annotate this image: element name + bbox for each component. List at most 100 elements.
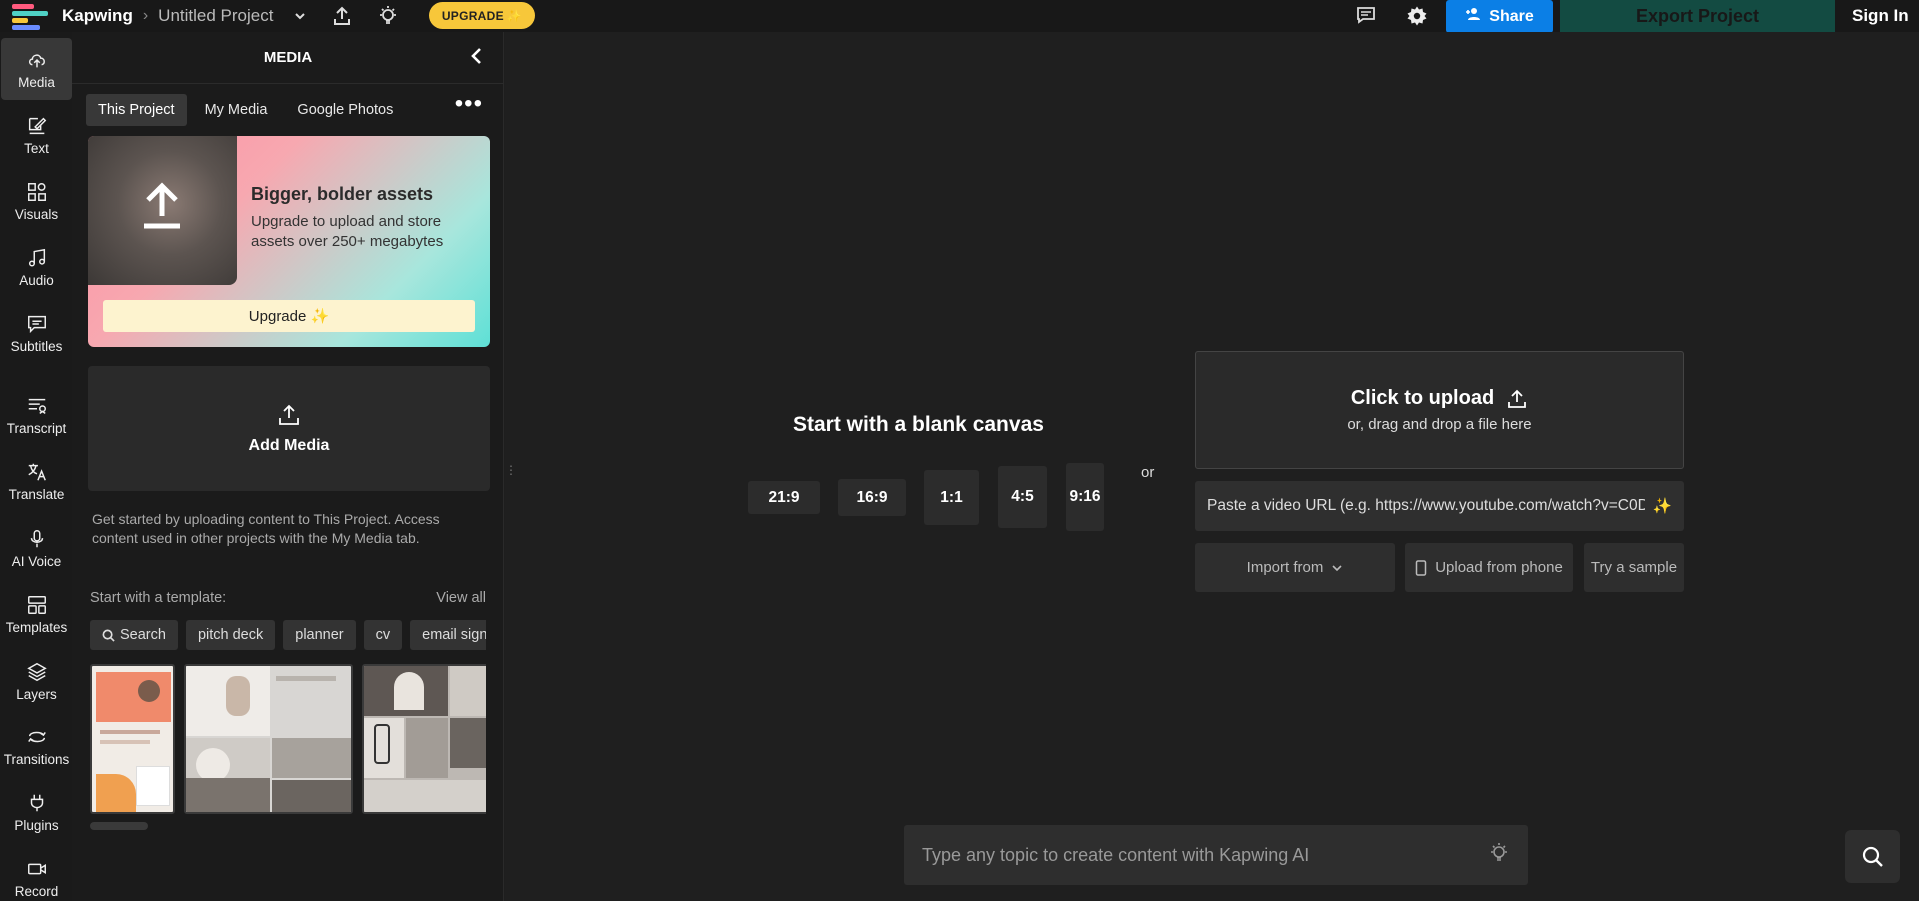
help-text: Get started by uploading content to This… xyxy=(92,511,440,546)
ai-placeholder: Type any topic to create content with Ka… xyxy=(922,844,1310,865)
tab-this-project[interactable]: This Project xyxy=(86,94,187,126)
add-media-button[interactable]: Add Media xyxy=(88,366,490,491)
template-search-chip[interactable]: Search xyxy=(90,620,178,650)
promo-title: Bigger, bolder assets xyxy=(251,184,434,204)
translate-icon xyxy=(27,463,46,481)
share-label: Share xyxy=(1489,7,1534,25)
tab-google-photos[interactable]: Google Photos xyxy=(285,94,405,126)
rail-item-translate[interactable]: Translate xyxy=(1,450,72,512)
template-scrollbar[interactable] xyxy=(90,822,148,830)
layers-icon xyxy=(26,662,47,681)
export-project-button[interactable]: Export Project xyxy=(1560,0,1835,33)
share-button[interactable]: Share xyxy=(1446,0,1553,33)
template-thumbnail[interactable] xyxy=(362,664,486,814)
template-chip[interactable]: pitch deck xyxy=(185,620,276,650)
rail-item-text[interactable]: Text xyxy=(1,104,72,166)
rail-label: Visuals xyxy=(14,206,59,222)
rail-item-ai-voice[interactable]: AI Voice xyxy=(1,517,72,579)
lightbulb-icon[interactable] xyxy=(1488,842,1510,869)
kapwing-logo-icon[interactable] xyxy=(12,0,62,32)
media-panel: MEDIA This Project My Media Google Photo… xyxy=(72,32,504,901)
templates-icon xyxy=(27,595,46,614)
rail-item-visuals[interactable]: Visuals xyxy=(1,170,72,232)
plug-icon xyxy=(30,794,43,811)
chevron-down-icon xyxy=(1332,564,1342,571)
subtitles-icon xyxy=(27,315,46,333)
ratio-4-5-button[interactable]: 4:5 xyxy=(998,466,1047,528)
rail-label: Subtitles xyxy=(10,338,63,354)
ratio-1-1-button[interactable]: 1:1 xyxy=(924,470,979,525)
panel-resize-handle[interactable]: ⋮ xyxy=(505,463,517,479)
transitions-icon xyxy=(27,731,46,742)
breadcrumb-separator: › xyxy=(142,7,149,24)
import-from-button[interactable]: Import from xyxy=(1195,543,1395,592)
chevron-down-icon[interactable] xyxy=(293,9,307,23)
search-button[interactable] xyxy=(1845,830,1900,883)
rail-label: Templates xyxy=(5,619,68,635)
rail-label: Media xyxy=(18,74,55,90)
upload-cloud-icon xyxy=(28,53,45,67)
tab-my-media[interactable]: My Media xyxy=(193,94,280,126)
url-placeholder: Paste a video URL (e.g. https://www.yout… xyxy=(1207,497,1645,514)
rail-item-transcript[interactable]: Transcript xyxy=(1,384,72,446)
project-title[interactable]: Untitled Project xyxy=(158,6,273,26)
lightbulb-icon[interactable] xyxy=(377,5,399,27)
template-thumbnail[interactable] xyxy=(184,664,353,814)
brand-breadcrumb[interactable]: Kapwing xyxy=(62,6,133,26)
upload-icon xyxy=(1508,389,1527,408)
rail-label: Text xyxy=(24,140,49,156)
upload-from-phone-button[interactable]: Upload from phone xyxy=(1405,543,1573,592)
ratio-9-16-button[interactable]: 9:16 xyxy=(1066,463,1104,531)
top-bar: Kapwing › Untitled Project UPGRADE ✨ Sha… xyxy=(0,0,1919,33)
ratio-16-9-button[interactable]: 16:9 xyxy=(838,479,906,516)
upload-dropzone[interactable]: Click to upload or, drag and drop a file… xyxy=(1195,351,1684,469)
template-thumbnail[interactable] xyxy=(90,664,175,814)
collapse-panel-icon[interactable] xyxy=(469,46,483,72)
rail-item-record[interactable]: Record xyxy=(1,847,72,901)
edit-icon xyxy=(28,117,46,134)
import-label: Import from xyxy=(1246,559,1324,576)
template-chip[interactable]: cv xyxy=(363,620,403,650)
template-chips: Search pitch deck planner cv email sign xyxy=(90,620,486,652)
rail-item-layers[interactable]: Layers xyxy=(1,650,72,712)
rail-label: Translate xyxy=(8,486,65,502)
upgrade-button[interactable]: UPGRADE ✨ xyxy=(429,2,535,29)
upgrade-label: UPGRADE xyxy=(441,8,504,23)
rail-item-transitions[interactable]: Transitions xyxy=(1,715,72,777)
or-separator: or xyxy=(1141,464,1155,481)
add-user-icon xyxy=(1465,7,1481,26)
upload-arrow-icon xyxy=(144,182,180,229)
upload-icon[interactable] xyxy=(331,5,353,27)
rail-label: Transcript xyxy=(6,420,67,436)
search-icon xyxy=(102,629,115,642)
rail-label: Record xyxy=(14,883,59,899)
upload-title-label: Click to upload xyxy=(1350,387,1495,409)
ratio-21-9-button[interactable]: 21:9 xyxy=(748,481,820,514)
template-chip[interactable]: email sign xyxy=(410,620,486,650)
promo-text: Upgrade to upload and store assets over … xyxy=(251,213,444,250)
promo-upgrade-button[interactable]: Upgrade ✨ xyxy=(103,300,475,332)
phone-label: Upload from phone xyxy=(1435,559,1563,576)
shapes-icon xyxy=(27,182,46,201)
template-chip[interactable]: planner xyxy=(283,620,356,650)
sparkle-icon: ✨ xyxy=(506,8,523,23)
sign-in-link[interactable]: Sign In xyxy=(1852,6,1909,26)
try-a-sample-button[interactable]: Try a sample xyxy=(1584,543,1684,592)
gear-icon[interactable] xyxy=(1406,5,1428,27)
rail-item-media[interactable]: Media xyxy=(1,38,72,100)
template-header: Start with a template: View all xyxy=(90,590,486,606)
kapwing-ai-input[interactable]: Type any topic to create content with Ka… xyxy=(904,825,1528,885)
panel-title: MEDIA xyxy=(72,32,504,84)
rail-item-plugins[interactable]: Plugins xyxy=(1,781,72,843)
blank-canvas-title: Start with a blank canvas xyxy=(793,413,1044,436)
comment-icon[interactable] xyxy=(1356,5,1376,25)
rail-item-templates[interactable]: Templates xyxy=(1,583,72,645)
view-all-link[interactable]: View all xyxy=(436,590,486,606)
upload-subtitle: or, drag and drop a file here xyxy=(1347,416,1532,433)
more-options-icon[interactable]: ••• xyxy=(455,90,483,118)
video-url-input[interactable]: Paste a video URL (e.g. https://www.yout… xyxy=(1195,481,1684,531)
transcript-icon xyxy=(28,398,46,414)
sparkle-icon[interactable]: ✨ xyxy=(1653,497,1672,516)
rail-item-audio[interactable]: Audio xyxy=(1,236,72,298)
rail-item-subtitles[interactable]: Subtitles xyxy=(1,302,72,364)
